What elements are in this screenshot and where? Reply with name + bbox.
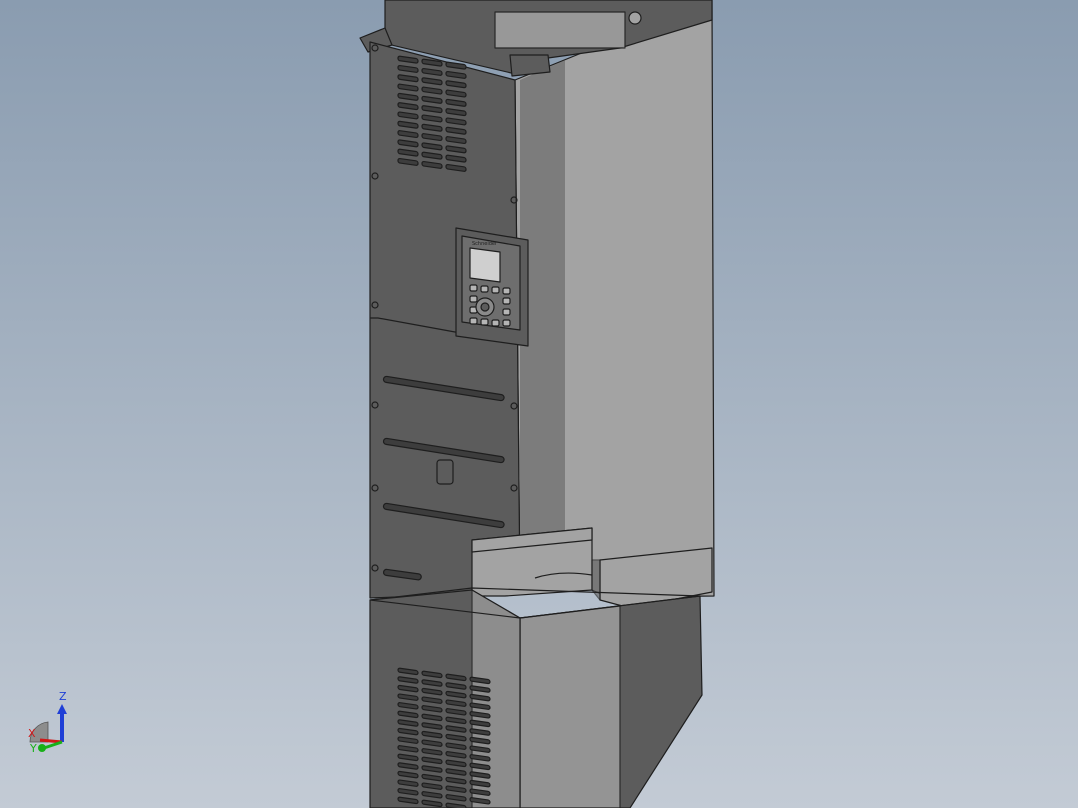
triad-x-label: X <box>28 727 36 740</box>
drive-model[interactable]: Schneider <box>359 0 715 808</box>
lower-side-highlight <box>519 605 621 808</box>
keypad-screen <box>469 247 501 283</box>
keypad-button[interactable] <box>502 297 511 305</box>
keypad-button[interactable] <box>502 287 511 295</box>
keypad-button[interactable] <box>480 318 489 326</box>
keypad-button[interactable] <box>491 286 500 294</box>
keypad-button[interactable] <box>469 284 478 292</box>
keypad[interactable]: Schneider <box>455 227 529 347</box>
keypad-button[interactable] <box>502 319 511 327</box>
triad-z-label: Z <box>59 690 67 703</box>
keypad-nav-center[interactable] <box>480 302 490 312</box>
top-plate <box>494 11 626 49</box>
triad-y-label: Y <box>29 742 37 755</box>
keypad-brand: Schneider <box>472 241 498 247</box>
keypad-button[interactable] <box>469 295 478 303</box>
top-side-tab <box>509 54 551 77</box>
keypad-button[interactable] <box>480 285 489 293</box>
triad-y-ball <box>38 744 46 752</box>
top-screw <box>628 11 642 25</box>
cad-viewport[interactable]: Schneider Z X Y <box>0 0 1078 808</box>
keypad-button[interactable] <box>491 319 500 327</box>
keypad-button[interactable] <box>502 308 511 316</box>
keypad-button[interactable] <box>469 317 478 325</box>
